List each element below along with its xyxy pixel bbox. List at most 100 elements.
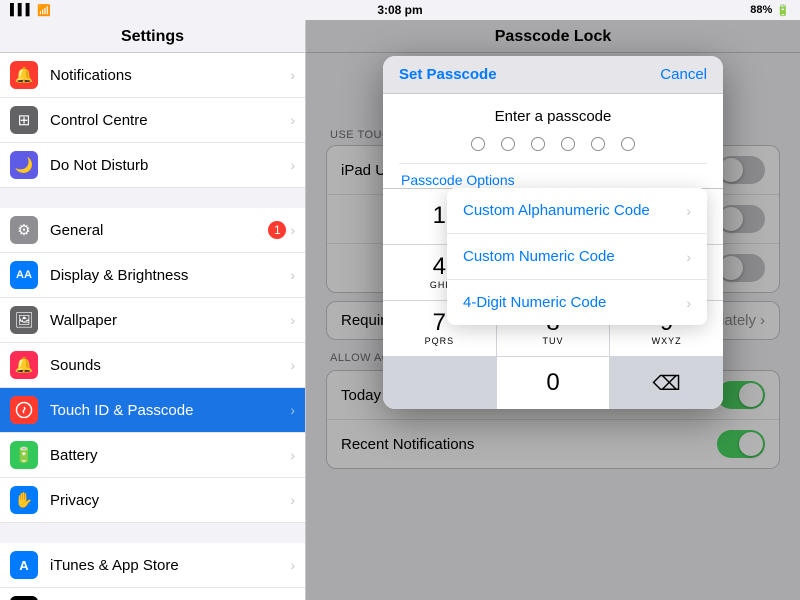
num-digit-7: 7: [433, 311, 446, 335]
sidebar: Settings 🔔 Notifications › ⊞ Control Cen…: [0, 20, 306, 600]
wallet-icon: 💳: [10, 596, 38, 600]
notifications-icon: 🔔: [10, 61, 38, 89]
num-digit-4: 4: [433, 255, 446, 279]
dialog-body: Enter a passcode Passcode Options: [383, 94, 723, 188]
chevron-icon: ›: [290, 447, 295, 463]
dot-6: [621, 137, 635, 151]
chevron-icon: ›: [290, 267, 295, 283]
passcode-options-container: Passcode Options Custom Alphanumeric Cod…: [399, 163, 707, 188]
num-digit-0: 0: [546, 371, 559, 395]
num-letters-7: PQRS: [425, 336, 455, 346]
touch-id-icon-sidebar: [10, 396, 38, 424]
4digit-chevron: ›: [686, 295, 691, 311]
chevron-icon: ›: [290, 67, 295, 83]
options-dropdown: Custom Alphanumeric Code › Custom Numeri…: [447, 188, 707, 325]
chevron-icon: ›: [290, 557, 295, 573]
do-not-disturb-icon: 🌙: [10, 151, 38, 179]
battery-sidebar-icon: 🔋: [10, 441, 38, 469]
enter-passcode-label: Enter a passcode: [399, 108, 707, 125]
sidebar-item-control-centre[interactable]: ⊞ Control Centre ›: [0, 98, 305, 143]
dot-2: [501, 137, 515, 151]
sidebar-item-wallpaper[interactable]: 🖼 Wallpaper ›: [0, 298, 305, 343]
battery-label: Battery: [50, 447, 290, 464]
wifi-icon: 📶: [37, 4, 51, 17]
sidebar-item-general[interactable]: ⚙ General 1 ›: [0, 208, 305, 253]
dot-5: [591, 137, 605, 151]
battery-percent: 88%: [750, 4, 772, 16]
dialog-header: Set Passcode Cancel: [383, 56, 723, 94]
sidebar-gap-2: [0, 523, 305, 543]
chevron-icon: ›: [290, 157, 295, 173]
sidebar-item-display[interactable]: AA Display & Brightness ›: [0, 253, 305, 298]
num-key-empty: [383, 357, 496, 409]
dialog-cancel-button[interactable]: Cancel: [660, 66, 707, 83]
control-centre-label: Control Centre: [50, 112, 290, 129]
display-label: Display & Brightness: [50, 267, 290, 284]
numeric-chevron: ›: [686, 249, 691, 265]
sounds-label: Sounds: [50, 357, 290, 374]
sidebar-item-battery[interactable]: 🔋 Battery ›: [0, 433, 305, 478]
options-item-alphanumeric[interactable]: Custom Alphanumeric Code ›: [447, 188, 707, 234]
sidebar-item-sounds[interactable]: 🔔 Sounds ›: [0, 343, 305, 388]
sidebar-item-touch-id[interactable]: Touch ID & Passcode ›: [0, 388, 305, 433]
alphanumeric-label: Custom Alphanumeric Code: [463, 202, 650, 219]
sidebar-title: Settings: [0, 20, 305, 53]
sidebar-item-notifications[interactable]: 🔔 Notifications ›: [0, 53, 305, 98]
general-label: General: [50, 222, 268, 239]
num-key-backspace[interactable]: ⌫: [610, 357, 723, 409]
display-icon: AA: [10, 261, 38, 289]
num-letters-9: WXYZ: [652, 336, 682, 346]
control-centre-icon: ⊞: [10, 106, 38, 134]
touch-id-label: Touch ID & Passcode: [50, 402, 290, 419]
do-not-disturb-label: Do Not Disturb: [50, 157, 290, 174]
chevron-icon: ›: [290, 357, 295, 373]
sidebar-item-wallet[interactable]: 💳 Wallet & Apple Pay ›: [0, 588, 305, 600]
sidebar-item-do-not-disturb[interactable]: 🌙 Do Not Disturb ›: [0, 143, 305, 188]
status-left: ▌▌▌ 📶: [10, 4, 51, 17]
4digit-label: 4-Digit Numeric Code: [463, 294, 606, 311]
chevron-icon: ›: [290, 402, 295, 418]
chevron-icon: ›: [290, 312, 295, 328]
signal-icon: ▌▌▌: [10, 4, 33, 16]
sidebar-gap: [0, 188, 305, 208]
dot-3: [531, 137, 545, 151]
privacy-icon: ✋: [10, 486, 38, 514]
passcode-dots: [399, 137, 707, 151]
chevron-icon: ›: [290, 222, 295, 238]
options-item-4digit[interactable]: 4-Digit Numeric Code ›: [447, 280, 707, 325]
num-key-0[interactable]: 0: [497, 357, 610, 409]
main-layout: Settings 🔔 Notifications › ⊞ Control Cen…: [0, 20, 800, 600]
status-right: 88% 🔋: [750, 4, 790, 17]
itunes-icon: A: [10, 551, 38, 579]
dialog-set-label: Set Passcode: [399, 66, 497, 83]
sidebar-group-2: ⚙ General 1 › AA Display & Brightness › …: [0, 208, 305, 523]
passcode-dialog: Set Passcode Cancel Enter a passcode: [383, 56, 723, 409]
sidebar-item-privacy[interactable]: ✋ Privacy ›: [0, 478, 305, 523]
general-icon: ⚙: [10, 216, 38, 244]
wallpaper-icon: 🖼: [10, 306, 38, 334]
backspace-icon: ⌫: [653, 371, 681, 396]
general-badge: 1: [268, 221, 286, 239]
notifications-label: Notifications: [50, 67, 290, 84]
passcode-options-button[interactable]: Passcode Options: [401, 172, 515, 188]
options-item-numeric[interactable]: Custom Numeric Code ›: [447, 234, 707, 280]
battery-icon: 🔋: [776, 4, 790, 17]
sounds-icon: 🔔: [10, 351, 38, 379]
status-time: 3:08 pm: [377, 3, 422, 17]
numeric-label: Custom Numeric Code: [463, 248, 615, 265]
chevron-icon: ›: [290, 112, 295, 128]
sidebar-item-itunes[interactable]: A iTunes & App Store ›: [0, 543, 305, 588]
passcode-options-row: Passcode Options: [399, 163, 707, 188]
num-digit-1: 1: [433, 204, 446, 228]
chevron-icon: ›: [290, 492, 295, 508]
sidebar-group-1: 🔔 Notifications › ⊞ Control Centre › 🌙 D…: [0, 53, 305, 188]
num-letters-8: TUV: [542, 336, 563, 346]
right-panel: Passcode Lock USE TOUCH ID FOR:: [306, 20, 800, 600]
dot-1: [471, 137, 485, 151]
sidebar-group-3: A iTunes & App Store › 💳 Wallet & Apple …: [0, 543, 305, 600]
dialog-overlay: Set Passcode Cancel Enter a passcode: [306, 20, 800, 600]
dot-4: [561, 137, 575, 151]
status-bar: ▌▌▌ 📶 3:08 pm 88% 🔋: [0, 0, 800, 20]
num-letters-4: GHI: [430, 280, 449, 290]
alphanumeric-chevron: ›: [686, 203, 691, 219]
